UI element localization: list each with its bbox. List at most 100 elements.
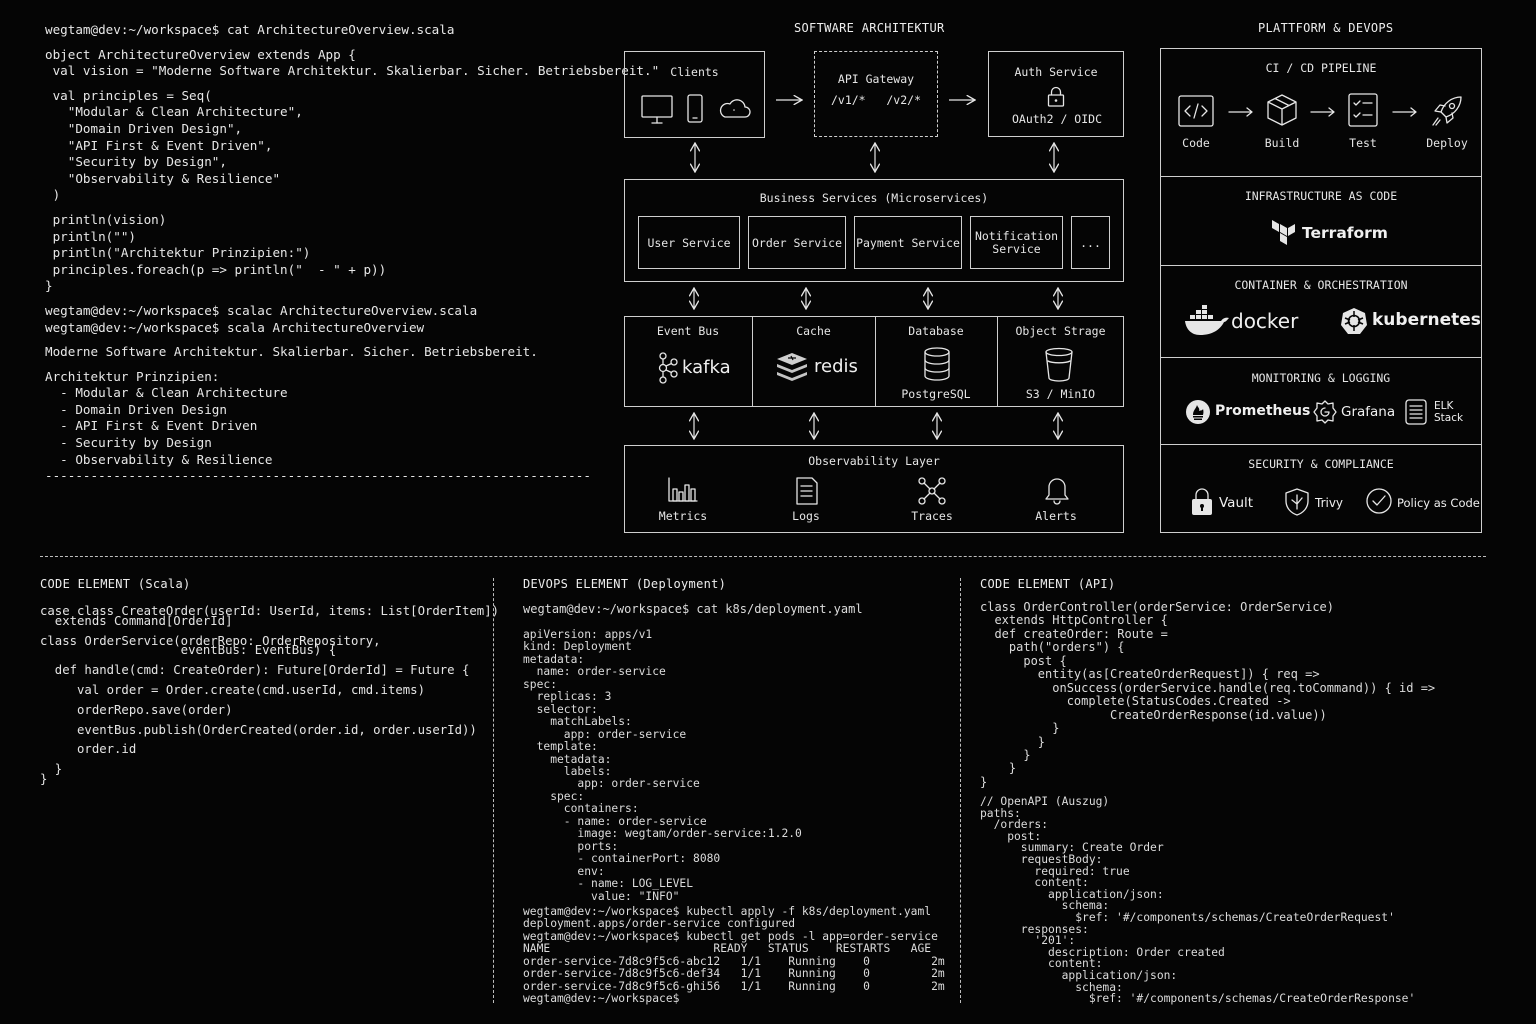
cicd-deploy-label: Deploy	[1426, 136, 1468, 150]
infra-cache-label: Cache	[796, 324, 831, 338]
bottom-divider-2	[960, 578, 961, 1003]
iac-title: INFRASTRUCTURE AS CODE	[1244, 189, 1398, 203]
api-code-line: extends HttpController {	[980, 613, 1168, 628]
code-icon	[1178, 95, 1214, 127]
auth-service-label: Auth Service	[1014, 65, 1098, 79]
docker-icon	[1185, 305, 1229, 335]
api-code-line: def createOrder: Route =	[980, 626, 1168, 641]
openapi-line: $ref: '#/components/schemas/CreateOrderR…	[980, 992, 1416, 1006]
arrow-code-build	[1228, 107, 1253, 117]
scala-code-line: orderRepo.save(order)	[40, 702, 233, 717]
rocket-icon	[1432, 96, 1462, 126]
arrow-build-test	[1310, 107, 1335, 117]
monitor-icon	[641, 95, 673, 124]
openapi-line: $ref: '#/components/schemas/CreateOrderR…	[980, 910, 1395, 924]
openapi-line: content:	[980, 876, 1089, 890]
scala-code-line: order.id	[40, 742, 137, 757]
scala-title: CODE ELEMENT (Scala)	[40, 577, 191, 591]
redis-icon	[777, 353, 807, 381]
api-gateway-routes: /v1/* /v2/*	[830, 93, 921, 107]
api-code-line: }	[980, 761, 1017, 776]
yaml-line: matchLabels:	[523, 715, 632, 729]
api-code-line: post {	[980, 653, 1067, 668]
service-order: Order Service	[748, 216, 846, 269]
yaml-line: containers:	[523, 802, 639, 816]
terraform-icon	[1272, 220, 1295, 245]
cube-icon	[1267, 94, 1297, 126]
infra-storage-sub: S3 / MinIO	[1025, 387, 1096, 401]
elk-label-2: Stack	[1434, 412, 1464, 424]
platform-title: PLATTFORM & DEVOPS	[1258, 21, 1394, 35]
clients-box: Clients	[624, 51, 765, 138]
lock-icon	[1047, 86, 1065, 107]
obs-metrics-label: Metrics	[658, 509, 708, 523]
api-code-line: }	[980, 721, 1060, 736]
obs-traces-label: Traces	[911, 509, 953, 523]
api-title: CODE ELEMENT (API)	[980, 577, 1116, 591]
auth-service-box: Auth Service OAuth2 / OIDC	[988, 51, 1124, 137]
kafka-logo-text: kafka	[682, 357, 731, 378]
redis-logo-text: redis	[814, 356, 858, 377]
bell-icon	[1045, 478, 1069, 505]
api-code-line: class OrderController(orderService: Orde…	[980, 600, 1335, 614]
checklist-icon	[1348, 93, 1378, 127]
cicd-title: CI / CD PIPELINE	[1265, 61, 1377, 75]
devops-prompt: wegtam@dev:~/workspace$ cat k8s/deployme…	[523, 602, 863, 616]
service-more-label: ...	[1080, 235, 1101, 250]
scala-code-line: def handle(cmd: CreateOrder): Future[Ord…	[40, 663, 470, 678]
terraform-logo-text: Terraform	[1302, 224, 1388, 242]
monitoring-title: MONITORING & LOGGING	[1251, 371, 1391, 385]
api-code-line: CreateOrderResponse(id.value))	[980, 707, 1327, 722]
yaml-line: value: "INFO"	[523, 889, 680, 903]
deployment-yaml: apiVersion: apps/v1 kind: Deployment metad…	[523, 628, 943, 903]
kubectl-output-line: wegtam@dev:~/workspace$	[523, 992, 680, 1006]
arrow-test-deploy	[1392, 107, 1417, 117]
infra-database-label: Database	[908, 324, 964, 338]
graph-nodes-icon	[918, 477, 946, 505]
kafka-icon	[658, 352, 678, 384]
elk-stack-icon	[1405, 399, 1427, 425]
service-notification: Notification Service	[970, 216, 1063, 269]
clients-label: Clients	[670, 65, 719, 79]
yaml-line: image: wegtam/order-service:1.2.0	[523, 827, 802, 841]
vault-logo-text: Vault	[1219, 495, 1254, 511]
infra-eventbus-label: Event Bus	[656, 324, 720, 338]
grafana-logo-text: Grafana	[1341, 404, 1396, 420]
api-gateway-box: API Gateway /v1/* /v2/*	[814, 51, 938, 137]
api-code-line: path("orders") {	[980, 640, 1125, 655]
openapi-line: /orders:	[980, 818, 1049, 832]
scala-code-line: eventBus: EventBus) {	[40, 643, 337, 658]
api-code-line: }	[980, 734, 1046, 749]
container-title: CONTAINER & ORCHESTRATION	[1234, 278, 1408, 292]
api-code-line: entity(as[CreateOrderRequest]) { req =>	[980, 667, 1320, 682]
scala-code-line	[40, 755, 490, 765]
prometheus-icon	[1186, 400, 1210, 424]
yaml-line: kind: Deployment	[523, 640, 632, 654]
cicd-build-label: Build	[1264, 136, 1300, 150]
openapi-line: '201':	[980, 934, 1076, 948]
openapi-line: // OpenAPI (Auszug)	[980, 795, 1110, 808]
service-more: ...	[1071, 216, 1110, 269]
openapi-line: requestBody:	[980, 852, 1103, 866]
yaml-line: template:	[523, 740, 598, 754]
api-code-line: onSuccess(orderService.handle(req.toComm…	[980, 680, 1436, 695]
security-title: SECURITY & COMPLIANCE	[1248, 457, 1394, 471]
kubernetes-logo-text: kubernetes	[1372, 310, 1481, 330]
elk-label-1: ELK	[1434, 400, 1454, 412]
bottom-divider-1	[493, 578, 494, 1003]
scala-code-line: }	[40, 762, 63, 777]
infra-storage-label: Object Strage	[1015, 324, 1106, 338]
vault-lock-icon	[1192, 488, 1212, 515]
trivy-shield-icon	[1285, 488, 1309, 516]
infra-database-sub: PostgreSQL	[901, 387, 971, 401]
obs-logs-label: Logs	[792, 509, 820, 523]
devops-title: DEVOPS ELEMENT (Deployment)	[523, 577, 727, 591]
prometheus-logo-text: Prometheus	[1215, 403, 1311, 419]
docker-logo-text: docker	[1231, 309, 1299, 333]
openapi-line: paths:	[980, 806, 1021, 820]
cicd-test-label: Test	[1349, 136, 1377, 150]
policy-as-code-text: Policy as Code	[1397, 496, 1480, 510]
scala-code-line: val order = Order.create(cmd.userId, cmd…	[40, 682, 425, 697]
section-divider	[40, 556, 1486, 557]
policy-check-icon	[1366, 488, 1392, 514]
